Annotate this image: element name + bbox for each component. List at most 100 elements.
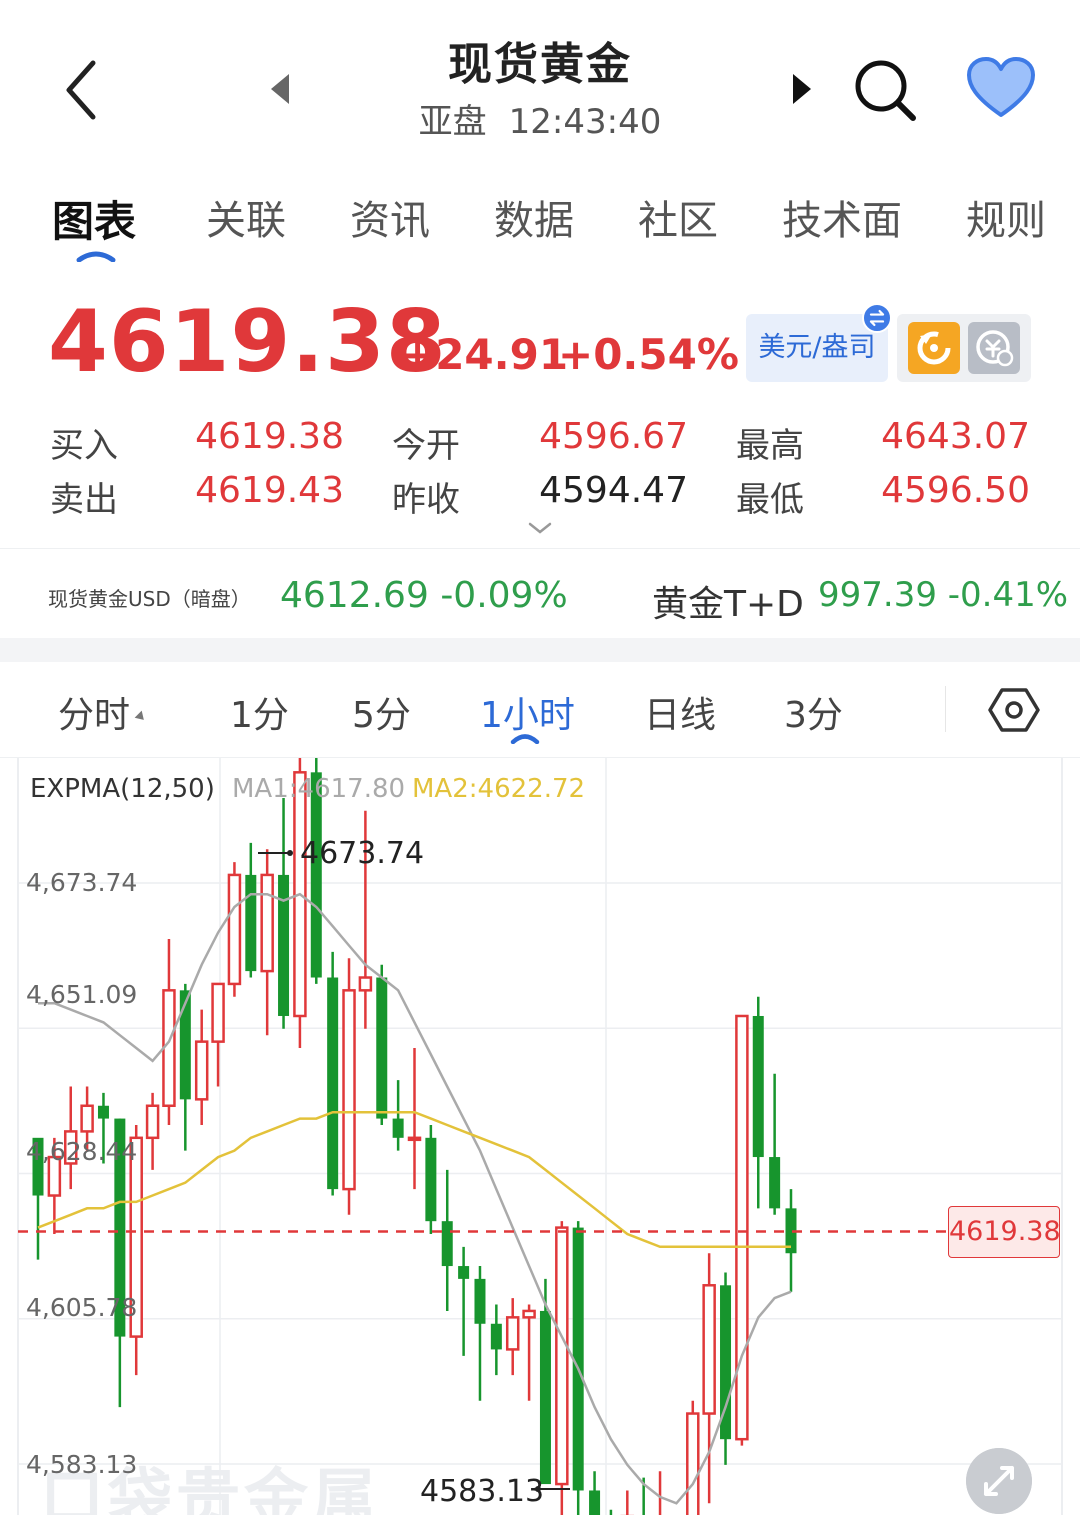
candle-body-up (358, 976, 373, 992)
tab-news[interactable]: 资讯 (350, 188, 430, 246)
max-price-marker: 4673.74 (300, 836, 425, 871)
session-label: 亚盘 (418, 102, 487, 142)
candle-body-up (407, 1136, 422, 1142)
candle-body-up (735, 1014, 749, 1441)
candle-body-up (505, 1316, 520, 1351)
open-value: 4596.67 (539, 416, 688, 457)
current-price-tag: 4619.38 (948, 1206, 1061, 1258)
candle-body-up (342, 989, 356, 1191)
candle-body-down (376, 977, 388, 1119)
y-tick-label: 4,628.44 (26, 1137, 138, 1166)
active-tab-indicator (76, 251, 116, 262)
price-change-percent: +0.54% (558, 330, 739, 379)
settings-hexagon-icon[interactable] (988, 686, 1040, 734)
candle-body-up (194, 1040, 209, 1101)
quote-grid: 买入 4619.38 今开 4596.67 最高 4643.07 卖出 4619… (0, 410, 1080, 530)
period-tab-1h[interactable]: 1小时 (480, 686, 575, 738)
main-tabs: 图表 关联 资讯 数据 社区 技术面 规则 (0, 180, 1080, 270)
candle-body-down (392, 1118, 404, 1138)
tab-chart[interactable]: 图表 (52, 188, 136, 249)
y-tick-label: 4,651.09 (26, 980, 138, 1009)
active-period-indicator (510, 734, 540, 744)
period-tab-5m[interactable]: 5分 (352, 686, 411, 738)
y-tick-label: 4,605.78 (26, 1293, 138, 1322)
tab-rules[interactable]: 规则 (966, 188, 1046, 246)
candle-body-down (441, 1221, 453, 1267)
candle-body-up (211, 982, 225, 1043)
caret-down-icon (134, 710, 148, 724)
candle-body-up (702, 1284, 716, 1415)
ma1-line (38, 892, 792, 1505)
next-instrument-icon[interactable] (785, 68, 817, 110)
candle-body-up (260, 873, 274, 973)
related-quotes: 现货黄金USD（暗盘） 4612.69 -0.09% 黄金T+D 997.39 … (0, 548, 1080, 638)
kline-canvas[interactable] (0, 758, 1080, 1515)
candle-body-down (490, 1323, 502, 1350)
back-arrow-icon[interactable] (55, 55, 115, 125)
high-label: 最高 (736, 426, 804, 466)
last-price: 4619.38 (48, 292, 447, 392)
currency-icon[interactable] (968, 322, 1020, 374)
tab-data[interactable]: 数据 (494, 188, 574, 246)
divider (945, 686, 946, 732)
tab-community[interactable]: 社区 (638, 188, 718, 246)
related-item-value[interactable]: 997.39 -0.41% (818, 575, 1068, 615)
buy-value: 4619.38 (195, 416, 344, 457)
session-time: 12:43:40 (508, 102, 662, 142)
buy-label: 买入 (50, 426, 118, 466)
swap-icon[interactable] (862, 303, 892, 333)
legend-ma1: MA1:4617.80 (232, 774, 406, 804)
open-label: 今开 (392, 426, 460, 466)
candle-body-down (539, 1310, 551, 1485)
top-bar: 现货黄金 亚盘 12:43:40 (0, 0, 1080, 160)
y-tick-label: 4,673.74 (26, 868, 138, 897)
candle-body-up (522, 1309, 536, 1319)
max-marker-dot (287, 850, 293, 856)
replay-icon[interactable] (908, 322, 960, 374)
candle-body-down (327, 977, 339, 1190)
period-tab-label: 分时 (58, 695, 131, 736)
high-value: 4643.07 (881, 416, 1030, 457)
search-icon[interactable] (850, 55, 920, 125)
related-item-name[interactable]: 黄金T+D (652, 575, 804, 627)
sell-label: 卖出 (50, 480, 118, 520)
tab-related[interactable]: 关联 (206, 188, 286, 246)
candle-body-up (555, 1226, 569, 1486)
candle-body-down (179, 990, 191, 1100)
tab-technical[interactable]: 技术面 (782, 188, 902, 246)
chevron-down-icon[interactable] (526, 520, 554, 536)
legend-ma2: MA2:4622.72 (412, 774, 586, 804)
prev-close-value: 4594.47 (539, 470, 688, 511)
candle-body-down (589, 1490, 601, 1515)
candle-body-down (458, 1266, 470, 1279)
prev-instrument-icon[interactable] (265, 68, 297, 110)
candle-body-up (686, 1412, 700, 1515)
min-price-marker: 4583.13 (420, 1474, 545, 1509)
candle-body-up (227, 873, 242, 986)
related-item-value[interactable]: 4612.69 -0.09% (280, 575, 568, 616)
candle-body-up (80, 1104, 94, 1133)
favorite-heart-icon[interactable] (965, 55, 1037, 121)
candle-body-up (145, 1104, 160, 1140)
prev-close-label: 昨收 (392, 480, 460, 520)
candle-body-down (245, 874, 257, 972)
session-status: 亚盘 12:43:40 (340, 94, 740, 143)
related-item-name[interactable]: 现货黄金USD（暗盘） (48, 583, 251, 612)
page-title: 现货黄金 (448, 39, 632, 90)
section-divider (0, 638, 1080, 662)
period-tab-timeshare[interactable]: 分时 (58, 686, 148, 738)
period-tab-1m[interactable]: 1分 (230, 686, 289, 738)
legend-indicator: EXPMA(12,50) (30, 774, 215, 804)
candle-body-down (97, 1105, 109, 1119)
candle-body-down (425, 1137, 437, 1222)
period-tab-daily[interactable]: 日线 (644, 686, 716, 738)
fullscreen-icon[interactable] (966, 1448, 1032, 1514)
low-label: 最低 (736, 480, 804, 520)
sell-value: 4619.43 (195, 470, 344, 511)
period-tab-3m[interactable]: 3分 (784, 686, 843, 738)
low-value: 4596.50 (881, 470, 1030, 511)
candle-body-down (769, 1157, 781, 1209)
candle-body-down (474, 1278, 486, 1324)
kline-chart[interactable]: 口袋贵金属 EXPMA(12,50) MA1:4617.80 MA2:4622.… (0, 758, 1080, 1515)
price-change: +24.91 (400, 330, 569, 379)
